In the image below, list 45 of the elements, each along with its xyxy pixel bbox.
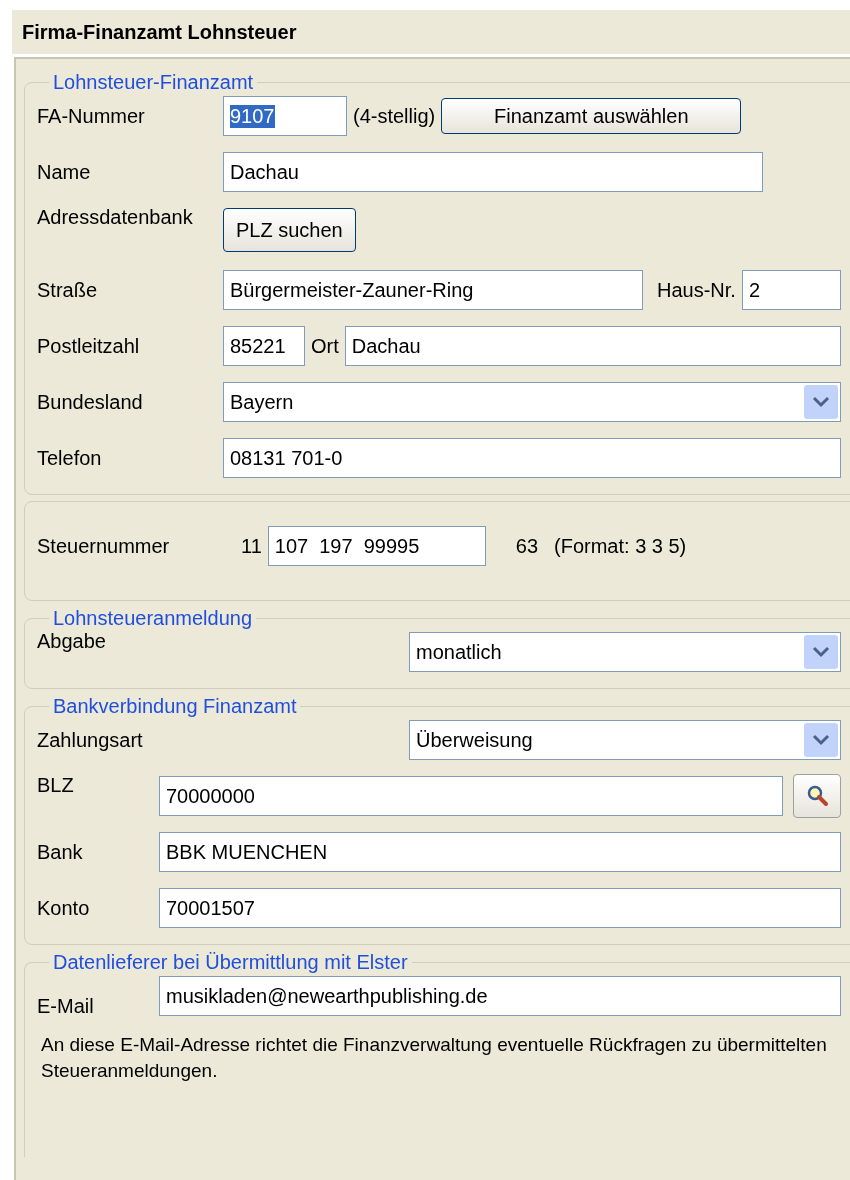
group-title: Lohnsteuer-Finanzamt (52, 71, 255, 94)
input-field[interactable]: 70001507 (159, 888, 841, 928)
input-field[interactable]: 70000000 (159, 776, 783, 816)
input-field[interactable]: 2 (741, 270, 841, 310)
input-field[interactable]: Bürgermeister-Zauner-Ring (223, 270, 643, 310)
input-field[interactable]: 9107 (223, 96, 347, 136)
field-label: FA-Nummer (37, 104, 146, 128)
input-field[interactable]: Dachau (223, 152, 763, 192)
field-label: Telefon (37, 446, 103, 470)
field-label: Name (37, 160, 92, 184)
group-title: Lohnsteueranmeldung (52, 607, 254, 630)
group-title: Datenlieferer bei Übermittlung mit Elster (52, 951, 409, 974)
search-button[interactable] (793, 774, 841, 818)
input-field[interactable]: BBK MUENCHEN (159, 832, 841, 872)
field-label: Postleitzahl (37, 334, 141, 358)
field-label: E-Mail (37, 995, 95, 1018)
info-text: An diese E-Mail-Adresse richtet die Finanzverwaltung eventuelle Rückfragen zu übermittelten Steueranmeldungen. (41, 1033, 828, 1083)
field-label: BLZ (37, 774, 75, 797)
field-label: Bank (37, 840, 84, 864)
field-label: Straße (37, 278, 99, 302)
format-hint: (Format: 3 3 5) (554, 534, 687, 558)
input-field[interactable]: 08131 701-0 (223, 438, 841, 478)
dropdown[interactable]: Bayern (223, 382, 841, 422)
hint-text: (4-stellig) (353, 104, 436, 128)
tax-number-suffix: 63 (515, 534, 538, 558)
field-label: Abgabe (37, 630, 107, 653)
field-label: Adressdatenbank (37, 206, 194, 229)
input-field[interactable]: musikladen@newearthpublishing.de (159, 976, 841, 1016)
field-label: Zahlungsart (37, 728, 144, 752)
field-label: Steuernummer (37, 534, 171, 558)
search-icon (805, 784, 829, 808)
panel-title: Firma-Finanzamt Lohnsteuer (22, 20, 297, 44)
postcode-search-button[interactable]: PLZ suchen (223, 208, 356, 252)
input-field[interactable]: 85221 (223, 326, 305, 366)
field-label: Ort (311, 334, 339, 358)
select-office-button[interactable]: Finanzamt auswählen (441, 98, 742, 134)
dropdown[interactable]: monatlich (409, 632, 841, 672)
dropdown[interactable]: Überweisung (409, 720, 841, 760)
field-label: Haus-Nr. (657, 278, 736, 302)
tax-number-prefix: 11 (241, 534, 262, 558)
field-label: Konto (37, 896, 91, 920)
group-title: Bankverbindung Finanzamt (52, 695, 298, 718)
field-label: Bundesland (37, 390, 144, 414)
input-field[interactable]: 107 197 99995 (267, 526, 486, 566)
input-field[interactable]: Dachau (344, 326, 841, 366)
